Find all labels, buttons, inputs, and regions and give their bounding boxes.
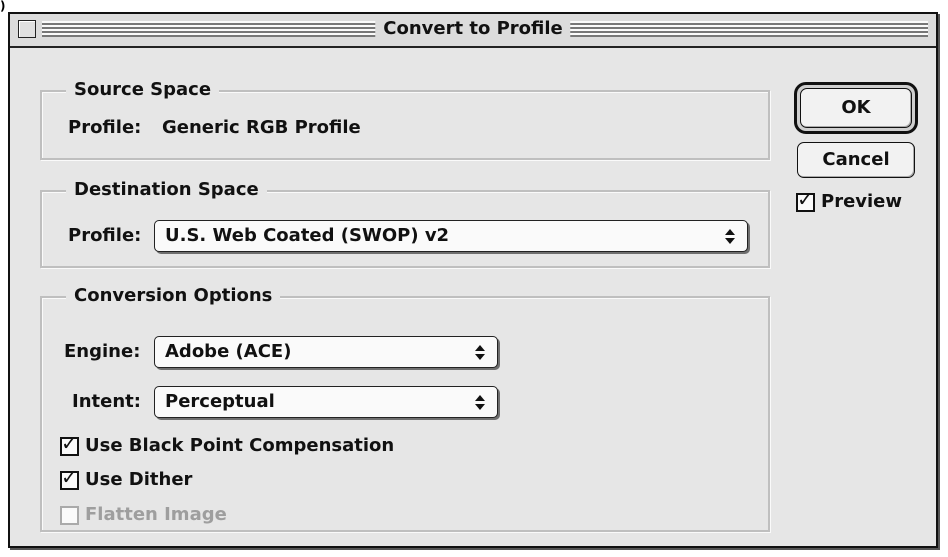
destination-space-legend: Destination Space xyxy=(66,178,267,202)
checkmark-icon: ✓ xyxy=(61,464,78,489)
up-down-arrows-icon xyxy=(463,337,497,367)
convert-to-profile-dialog: Convert to Profile Source Space Profile:… xyxy=(8,12,938,548)
checkbox-box xyxy=(60,505,79,525)
up-down-arrows-icon xyxy=(713,221,747,251)
intent-label: Intent: xyxy=(72,391,141,412)
use-dither-checkbox[interactable]: ✓ Use Dither xyxy=(60,467,193,492)
flatten-image-checkbox: Flatten Image xyxy=(60,503,227,527)
close-box-icon[interactable] xyxy=(18,20,36,38)
flatten-image-label: Flatten Image xyxy=(85,504,227,525)
preview-label: Preview xyxy=(821,191,903,212)
checkbox-box[interactable]: ✓ xyxy=(796,189,815,212)
engine-label: Engine: xyxy=(64,341,141,362)
checkmark-icon: ✓ xyxy=(61,430,78,455)
conversion-options-legend: Conversion Options xyxy=(66,284,281,308)
up-down-arrows-icon xyxy=(463,387,497,417)
intent-select[interactable]: Perceptual xyxy=(154,386,498,418)
black-point-compensation-checkbox[interactable]: ✓ Use Black Point Compensation xyxy=(60,433,395,458)
source-profile-label: Profile: xyxy=(68,117,142,138)
title-bar[interactable]: Convert to Profile xyxy=(10,14,936,48)
destination-profile-label: Profile: xyxy=(68,225,142,246)
cancel-button[interactable]: Cancel xyxy=(797,142,915,178)
black-point-compensation-label: Use Black Point Compensation xyxy=(85,435,395,456)
checkmark-icon: ✓ xyxy=(797,186,814,211)
destination-space-group: Destination Space Profile: U.S. Web Coat… xyxy=(40,178,770,268)
checkbox-box[interactable]: ✓ xyxy=(60,433,79,456)
preview-checkbox[interactable]: ✓ Preview xyxy=(796,189,903,214)
corner-mark: ) xyxy=(0,0,6,13)
destination-profile-value: U.S. Web Coated (SWOP) v2 xyxy=(165,225,450,246)
source-space-legend: Source Space xyxy=(66,78,220,102)
engine-select[interactable]: Adobe (ACE) xyxy=(154,336,498,368)
intent-value: Perceptual xyxy=(165,391,275,412)
destination-profile-select[interactable]: U.S. Web Coated (SWOP) v2 xyxy=(154,220,748,252)
engine-value: Adobe (ACE) xyxy=(165,341,292,362)
ok-button[interactable]: OK xyxy=(800,88,912,128)
checkbox-box[interactable]: ✓ xyxy=(60,467,79,490)
use-dither-label: Use Dither xyxy=(85,469,193,490)
conversion-options-group: Conversion Options Engine: Adobe (ACE) I… xyxy=(40,284,770,532)
source-profile-value: Generic RGB Profile xyxy=(162,117,361,138)
source-space-group: Source Space Profile: Generic RGB Profil… xyxy=(40,78,770,160)
dialog-title: Convert to Profile xyxy=(375,17,571,41)
